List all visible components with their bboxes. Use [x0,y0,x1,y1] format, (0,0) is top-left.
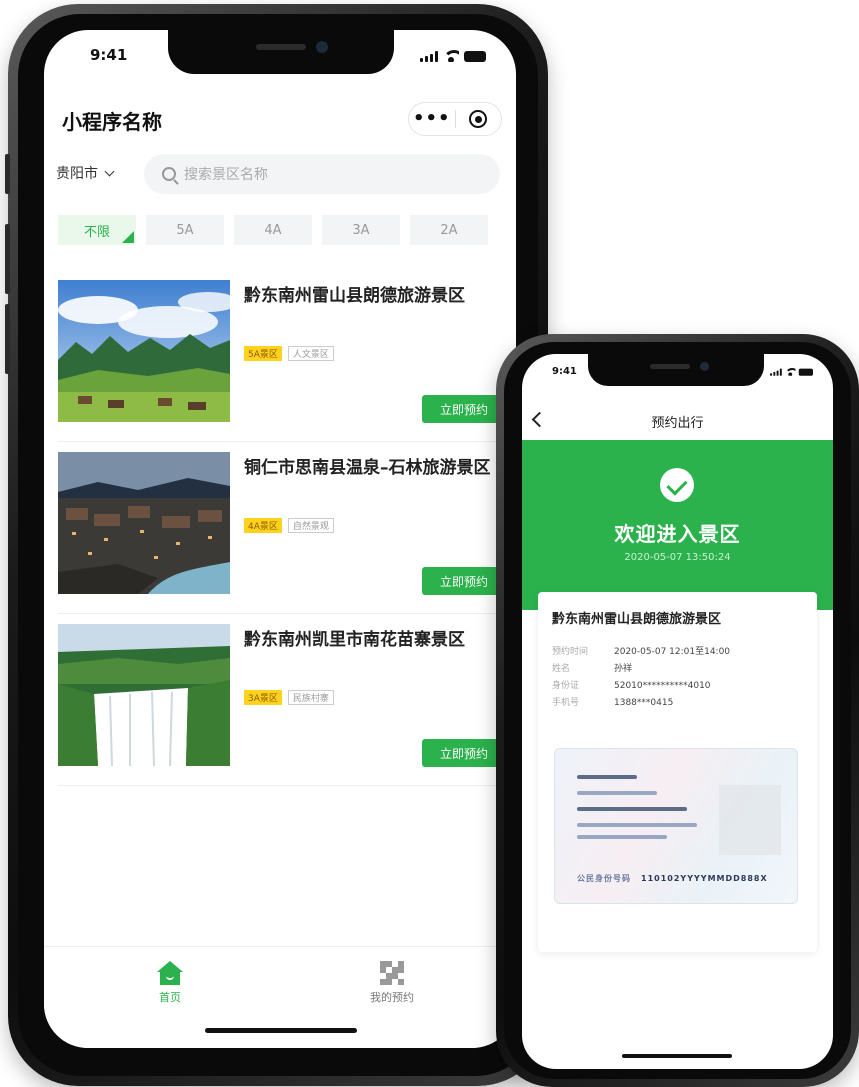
ticket-card: 黔东南州雷山县朗德旅游景区 预约时间 2020-05-07 12:01至14:00… [538,592,817,952]
filter-5a[interactable]: 5A [146,215,224,245]
home-indicator[interactable] [622,1054,732,1058]
level-badge: 3A景区 [244,690,282,705]
entry-timestamp: 2020-05-07 13:50:24 [624,552,731,563]
detail-row: 姓名 孙祥 [552,661,730,678]
tab-my-bookings-label: 我的预约 [370,991,414,1004]
spot-name: 黔东南州凯里市南花苗寨景区 [244,630,465,650]
detail-key: 身份证 [552,681,580,691]
spot-image-waterfall [58,624,230,766]
status-icons [420,50,486,62]
ticket-phone-frame: 9:41 预约出行 欢迎进入景区 2020-05-07 13:50:24 黔东南… [496,334,859,1087]
list-item[interactable]: 黔东南州雷山县朗德旅游景区 5A景区 人文景区 立即预约 [58,270,506,442]
type-badge: 自然景观 [287,518,334,533]
detail-row: 预约时间 2020-05-07 12:01至14:00 [552,644,730,661]
book-now-button[interactable]: 立即预约 [422,395,506,423]
wifi-icon [443,50,459,62]
page-title: 预约出行 [651,416,704,431]
ticket-details: 预约时间 2020-05-07 12:01至14:00 姓名 孙祥 身份证 52010… [552,644,730,712]
spot-tags: 5A景区 人文景区 [244,346,334,361]
check-circle-icon [660,468,694,502]
tab-home-label: 首页 [159,991,181,1004]
book-now-button[interactable]: 立即预约 [422,739,506,767]
detail-value: 孙祥 [614,664,633,674]
battery-icon [798,368,813,376]
wifi-icon [785,368,796,376]
qr-code-icon [380,961,404,985]
detail-value: 2020-05-07 12:01至14:00 [614,647,731,657]
filter-any[interactable]: 不限 [58,215,136,245]
home-indicator[interactable] [205,1028,357,1033]
detail-key: 手机号 [552,698,580,708]
type-badge: 民族村寨 [287,690,334,705]
volume-down-button [5,304,10,374]
id-number-line: 公民身份号码 110102YYYYMMDD888X [577,873,768,884]
level-badge: 5A景区 [244,346,282,361]
tab-home[interactable]: 首页 [100,961,240,1005]
list-item[interactable]: 黔东南州凯里市南花苗寨景区 3A景区 民族村寨 立即预约 [58,614,506,786]
main-phone-frame: 9:41 小程序名称 ••• 贵阳市 搜索景区名称 不限 5A 4A 3A 2A… [5,4,548,1086]
entry-success-banner: 欢迎进入景区 2020-05-07 13:50:24 [522,440,833,610]
tab-my-bookings[interactable]: 我的预约 [322,961,462,1005]
welcome-heading: 欢迎进入景区 [614,522,741,546]
target-icon [469,110,488,128]
search-icon [162,167,176,181]
chevron-down-icon [104,166,115,176]
id-number-label: 公民身份号码 [577,874,631,883]
level-badge: 4A景区 [244,518,282,533]
type-badge: 人文景区 [287,346,334,361]
notch [588,354,764,386]
spot-name: 铜仁市思南县温泉–石林旅游景区 [244,458,491,478]
ticket-spot-name: 黔东南州雷山县朗德旅游景区 [552,612,722,627]
status-time: 9:41 [552,366,577,377]
main-screen: 9:41 小程序名称 ••• 贵阳市 搜索景区名称 不限 5A 4A 3A 2A… [44,30,516,1048]
filter-4a[interactable]: 4A [234,215,312,245]
id-number: 110102YYYYMMDD888X [641,874,768,883]
list-item[interactable]: 铜仁市思南县温泉–石林旅游景区 4A景区 自然景观 立即预约 [58,442,506,614]
status-icons [770,368,813,376]
id-photo-placeholder [719,785,781,855]
detail-row: 手机号 1388***0415 [552,695,730,712]
city-label: 贵阳市 [56,166,98,182]
volume-up-button [5,224,10,294]
detail-key: 预约时间 [552,647,589,657]
detail-key: 姓名 [552,664,571,674]
city-selector[interactable]: 贵阳市 [56,163,115,183]
filter-3a[interactable]: 3A [322,215,400,245]
book-now-button[interactable]: 立即预约 [422,567,506,595]
spot-tags: 4A景区 自然景观 [244,518,334,533]
detail-value: 1388***0415 [614,698,674,708]
level-filter-bar: 不限 5A 4A 3A 2A [58,215,506,245]
ticket-screen: 9:41 预约出行 欢迎进入景区 2020-05-07 13:50:24 黔东南… [522,354,833,1069]
filter-2a[interactable]: 2A [410,215,488,245]
more-menu-button[interactable]: ••• [409,110,455,128]
notch [168,30,394,74]
signal-icon [420,51,438,62]
detail-row: 身份证 52010**********4010 [552,678,730,695]
mute-switch [5,154,10,194]
scenic-spot-list: 黔东南州雷山县朗德旅游景区 5A景区 人文景区 立即预约 铜仁市思南县温泉–石林… [58,270,506,786]
detail-value: 52010**********4010 [614,681,711,691]
close-mini-program-button[interactable] [455,110,501,128]
mini-program-title: 小程序名称 [62,110,162,134]
search-input[interactable]: 搜索景区名称 [144,154,500,194]
id-card-image: 公民身份号码 110102YYYYMMDD888X [554,748,798,904]
spot-image-village [58,452,230,594]
search-placeholder: 搜索景区名称 [184,167,268,183]
signal-icon [770,368,782,376]
spot-tags: 3A景区 民族村寨 [244,690,334,705]
spot-image-mountains [58,280,230,422]
navigation-bar: 预约出行 [522,402,833,442]
home-icon [157,961,183,985]
status-time: 9:41 [90,46,128,64]
spot-name: 黔东南州雷山县朗德旅游景区 [244,286,465,306]
capsule-menu: ••• [408,102,502,136]
battery-icon [464,51,486,62]
